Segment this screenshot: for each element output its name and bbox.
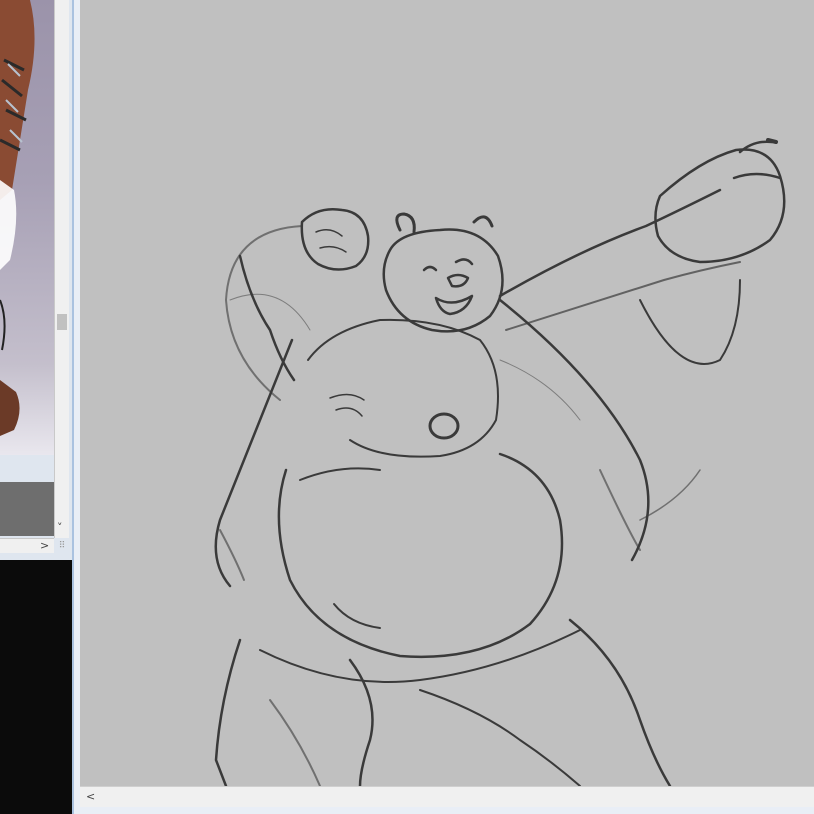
canvas-window: < bbox=[72, 0, 814, 814]
scroll-left-arrow-icon[interactable]: < bbox=[86, 791, 95, 802]
scroll-down-arrow-icon[interactable]: ˅ bbox=[57, 522, 63, 533]
resize-grip-icon[interactable]: ⠿ bbox=[56, 540, 68, 552]
canvas-horizontal-scrollbar[interactable]: < bbox=[80, 786, 814, 807]
dark-panel bbox=[0, 560, 72, 814]
reference-image bbox=[0, 0, 54, 455]
drawing-canvas[interactable] bbox=[80, 0, 814, 786]
reference-window: ˅ > ⠿ bbox=[0, 0, 73, 560]
reference-scroll-thumb[interactable] bbox=[57, 314, 67, 330]
reference-color-swatch bbox=[0, 482, 54, 536]
reference-vertical-scrollbar[interactable]: ˅ bbox=[54, 0, 69, 538]
scroll-right-arrow-icon[interactable]: > bbox=[40, 540, 49, 551]
bear-sketch bbox=[214, 138, 786, 786]
reference-horizontal-scrollbar[interactable]: > bbox=[0, 538, 54, 553]
reference-character-art bbox=[0, 0, 35, 436]
